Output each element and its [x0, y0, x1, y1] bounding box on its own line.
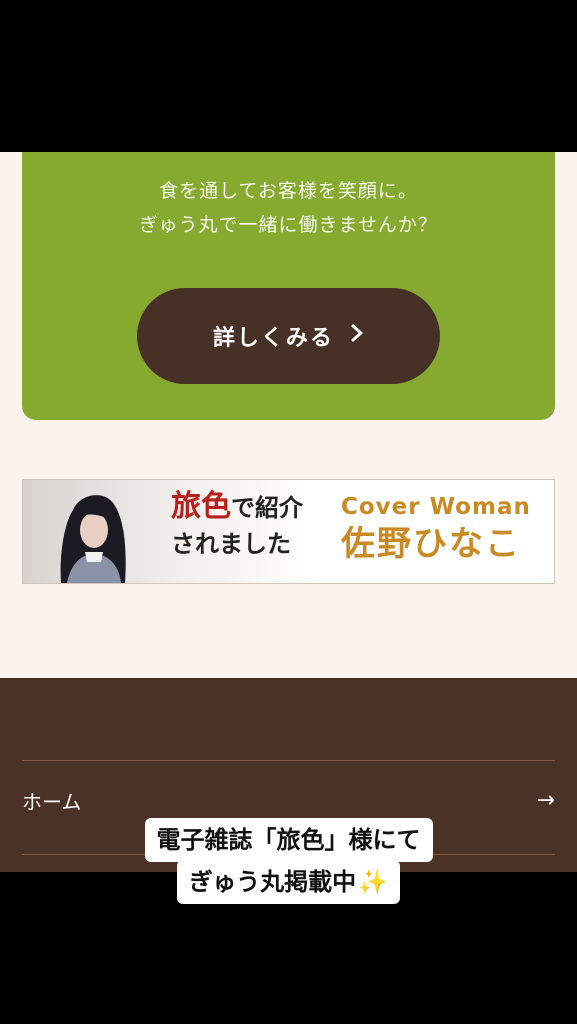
intro-line-2: されました — [171, 530, 291, 558]
magazine-name: 旅色 — [171, 489, 231, 524]
sparkles-icon: ✨ — [358, 868, 389, 896]
cover-woman-photo — [60, 495, 126, 583]
footer-divider-top — [22, 760, 555, 761]
top-black-bar — [0, 0, 577, 152]
chevron-right-icon — [350, 323, 364, 349]
banner-cover: Cover Woman 佐野ひなこ — [341, 492, 531, 566]
recruit-line-1: 食を通してお客様を笑顔に。 — [159, 180, 418, 202]
recruit-message: 食を通してお客様を笑顔に。 ぎゅう丸で一緒に働きませんか？ — [22, 174, 555, 242]
recruit-line-2: ぎゅう丸で一緒に働きませんか？ — [139, 214, 438, 236]
arrow-right-icon: → — [536, 787, 555, 813]
intro-rest: で紹介 — [231, 494, 303, 522]
caption-line-2: ぎゅう丸掲載中 — [188, 868, 357, 896]
person-name: 佐野ひなこ — [341, 524, 521, 564]
footer-home-link[interactable]: ホーム → — [22, 780, 555, 820]
caption-line-2-box: ぎゅう丸掲載中✨ — [176, 860, 401, 904]
see-details-label: 詳しくみる — [213, 326, 334, 351]
see-details-button[interactable]: 詳しくみる — [137, 288, 440, 384]
tabiiro-banner[interactable]: 旅色で紹介 されました Cover Woman 佐野ひなこ — [22, 479, 555, 584]
caption-line-1: 電子雑誌「旅色」様にて — [144, 818, 433, 862]
video-caption: 電子雑誌「旅色」様にて ぎゅう丸掲載中✨ — [0, 818, 577, 904]
page: 食を通してお客様を笑顔に。 ぎゅう丸で一緒に働きませんか？ 詳しくみる 旅色で紹… — [0, 152, 577, 872]
cover-woman-label: Cover Woman — [341, 494, 531, 520]
footer-home-label: ホーム — [22, 789, 82, 814]
recruit-card: 食を通してお客様を笑顔に。 ぎゅう丸で一緒に働きませんか？ 詳しくみる — [22, 152, 555, 420]
banner-intro: 旅色で紹介 されました — [171, 490, 303, 563]
